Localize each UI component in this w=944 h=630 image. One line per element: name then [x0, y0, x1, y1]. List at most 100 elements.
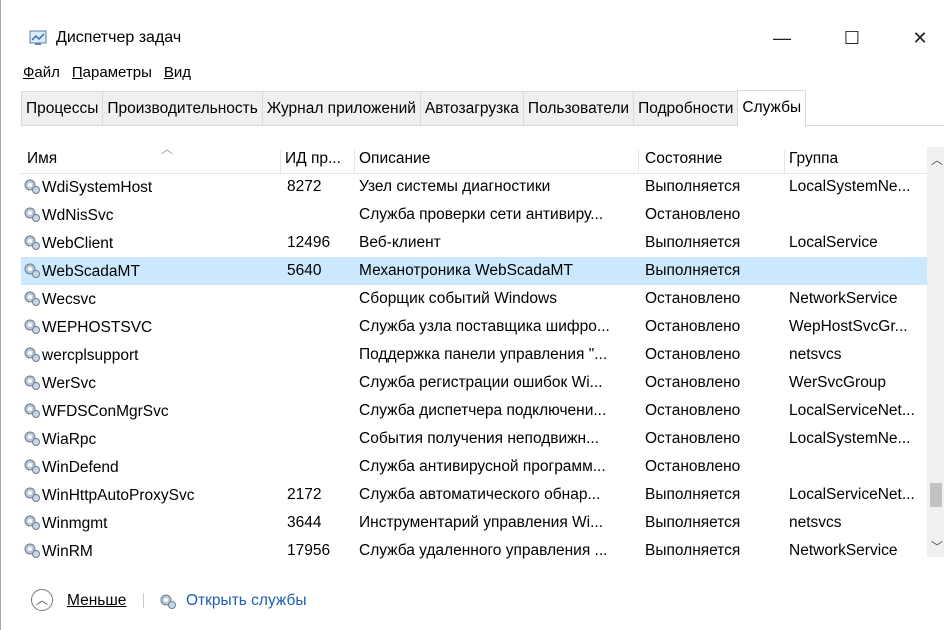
service-pid: 3644 — [287, 514, 322, 531]
service-group: netsvcs — [789, 346, 842, 363]
scroll-down-icon[interactable]: ﹀ — [931, 538, 943, 555]
service-description: Служба регистрации ошибок Wi... — [359, 374, 603, 391]
service-name: WiaRpc — [42, 431, 97, 448]
service-state: Остановлено — [645, 402, 741, 419]
service-name: WinHttpAutoProxySvc — [42, 487, 195, 504]
close-button[interactable]: ✕ — [897, 20, 943, 56]
scroll-thumb[interactable] — [930, 483, 942, 507]
tab-app-history[interactable]: Журнал приложений — [261, 91, 421, 125]
gear-icon — [23, 319, 42, 336]
service-name-cell: WebScadaMT — [23, 262, 281, 281]
gear-icon — [23, 375, 42, 392]
service-group: LocalService — [789, 234, 878, 251]
service-name: WFDSConMgrSvc — [42, 403, 169, 420]
service-pid: 17956 — [287, 542, 331, 559]
table-row[interactable]: Wecsvc Сборщик событий Windows Остановлено… — [21, 285, 927, 313]
tab-users[interactable]: Пользователи — [522, 91, 635, 125]
service-pid: 8272 — [287, 178, 322, 195]
service-state: Остановлено — [645, 430, 741, 447]
service-description: Служба антивирусной программ... — [359, 458, 606, 475]
service-description: Поддержка панели управления "... — [359, 346, 608, 363]
column-header-state[interactable]: Состояние — [645, 150, 785, 172]
gear-icon — [23, 403, 42, 420]
service-name-cell: WdiSystemHost — [23, 178, 281, 197]
table-row[interactable]: wercplsupport Поддержка панели управления… — [21, 341, 927, 369]
table-row[interactable]: Winmgmt 3644 Инструментарий управления Wi.… — [21, 509, 927, 537]
menu-view[interactable]: Вид — [164, 64, 191, 86]
service-pid: 2172 — [287, 486, 322, 503]
service-name: WdNisSvc — [42, 207, 114, 224]
table-row[interactable]: WebClient 12496 Веб-клиент Выполняется Local… — [21, 229, 927, 257]
minimize-button[interactable]: — — [759, 20, 805, 56]
service-name: Winmgmt — [42, 515, 108, 532]
service-name: WerSvc — [42, 375, 96, 392]
service-state: Остановлено — [645, 374, 741, 391]
menu-bar: Файл Параметры Вид — [23, 64, 191, 86]
service-name-cell: WiaRpc — [23, 430, 281, 449]
column-header-pid[interactable]: ИД пр... — [285, 150, 355, 172]
fewer-details-button[interactable]: Меньше — [67, 592, 126, 610]
gear-icon — [23, 207, 42, 224]
service-description: Узел системы диагностики — [359, 178, 551, 195]
service-name: WinRM — [42, 543, 93, 560]
service-name: WEPHOSTSVC — [42, 319, 153, 336]
tab-performance[interactable]: Производительность — [102, 91, 263, 125]
gear-icon — [23, 459, 42, 476]
service-state: Остановлено — [645, 206, 741, 223]
maximize-button[interactable]: ☐ — [829, 20, 875, 56]
service-state: Остановлено — [645, 346, 741, 363]
table-row[interactable]: WinRM 17956 Служба удаленного управления .… — [21, 537, 927, 565]
tab-services[interactable]: Службы — [737, 90, 807, 127]
table-row[interactable]: WebScadaMT 5640 Механотроника WebScadaMT Вы… — [21, 257, 927, 285]
service-description: Инструментарий управления Wi... — [359, 514, 604, 531]
scroll-up-icon[interactable]: ︿ — [931, 151, 943, 168]
service-state: Выполняется — [645, 234, 741, 251]
service-group: LocalSystemNe... — [789, 178, 911, 195]
chevron-up-icon[interactable]: ︿ — [31, 589, 53, 611]
menu-options[interactable]: Параметры — [72, 64, 152, 86]
service-description: Служба диспетчера подключени... — [359, 402, 607, 419]
services-panel: ︿ Имя ИД пр... Описание Состояние Группа… — [21, 125, 944, 565]
gear-icon — [160, 594, 176, 609]
gear-icon — [23, 431, 42, 448]
service-description: Веб-клиент — [359, 234, 441, 251]
open-services-link[interactable]: Открыть службы — [186, 592, 306, 610]
tab-processes[interactable]: Процессы — [21, 91, 104, 125]
table-row[interactable]: WdNisSvc Служба проверки сети антивиру...… — [21, 201, 927, 229]
task-manager-icon — [29, 30, 47, 45]
service-state: Остановлено — [645, 458, 741, 475]
column-header-description[interactable]: Описание — [359, 150, 639, 172]
table-row[interactable]: WerSvc Служба регистрации ошибок Wi... Ост… — [21, 369, 927, 397]
service-description: Сборщик событий Windows — [359, 290, 557, 307]
menu-file[interactable]: Файл — [23, 64, 60, 86]
service-group: LocalServiceNet... — [789, 402, 915, 419]
tab-startup[interactable]: Автозагрузка — [419, 91, 524, 125]
service-name-cell: wercplsupport — [23, 346, 281, 365]
gear-icon — [23, 543, 42, 560]
table-row[interactable]: WdiSystemHost 8272 Узел системы диагностик… — [21, 173, 927, 201]
table-row[interactable]: WFDSConMgrSvc Служба диспетчера подключен… — [21, 397, 927, 425]
service-name-cell: WinDefend — [23, 458, 281, 477]
vertical-scrollbar[interactable]: ︿ ﹀ — [927, 147, 944, 557]
service-name-cell: WinRM — [23, 542, 281, 561]
service-name: WinDefend — [42, 459, 119, 476]
table-row[interactable]: WinDefend Служба антивирусной программ...… — [21, 453, 927, 481]
service-state: Остановлено — [645, 290, 741, 307]
gear-icon — [23, 179, 42, 196]
tab-details[interactable]: Подробности — [633, 91, 739, 125]
service-description: Служба узла поставщика шифро... — [359, 318, 610, 335]
column-header-name[interactable]: Имя — [27, 150, 281, 172]
service-description: События получения неподвижн... — [359, 430, 600, 447]
service-name: WdiSystemHost — [42, 179, 153, 196]
service-name-cell: WerSvc — [23, 374, 281, 393]
service-group: LocalSystemNe... — [789, 430, 911, 447]
service-name: WebScadaMT — [42, 263, 140, 280]
table-row[interactable]: WinHttpAutoProxySvc 2172 Служба автоматиче… — [21, 481, 927, 509]
gear-icon — [23, 235, 42, 252]
table-row[interactable]: WiaRpc События получения неподвижн... Оста… — [21, 425, 927, 453]
table-row[interactable]: WEPHOSTSVC Служба узла поставщика шифро..… — [21, 313, 927, 341]
service-name: Wecsvc — [42, 291, 96, 308]
footer-divider — [143, 593, 144, 608]
service-description: Служба удаленного управления ... — [359, 542, 608, 559]
column-header-group[interactable]: Группа — [789, 150, 925, 172]
